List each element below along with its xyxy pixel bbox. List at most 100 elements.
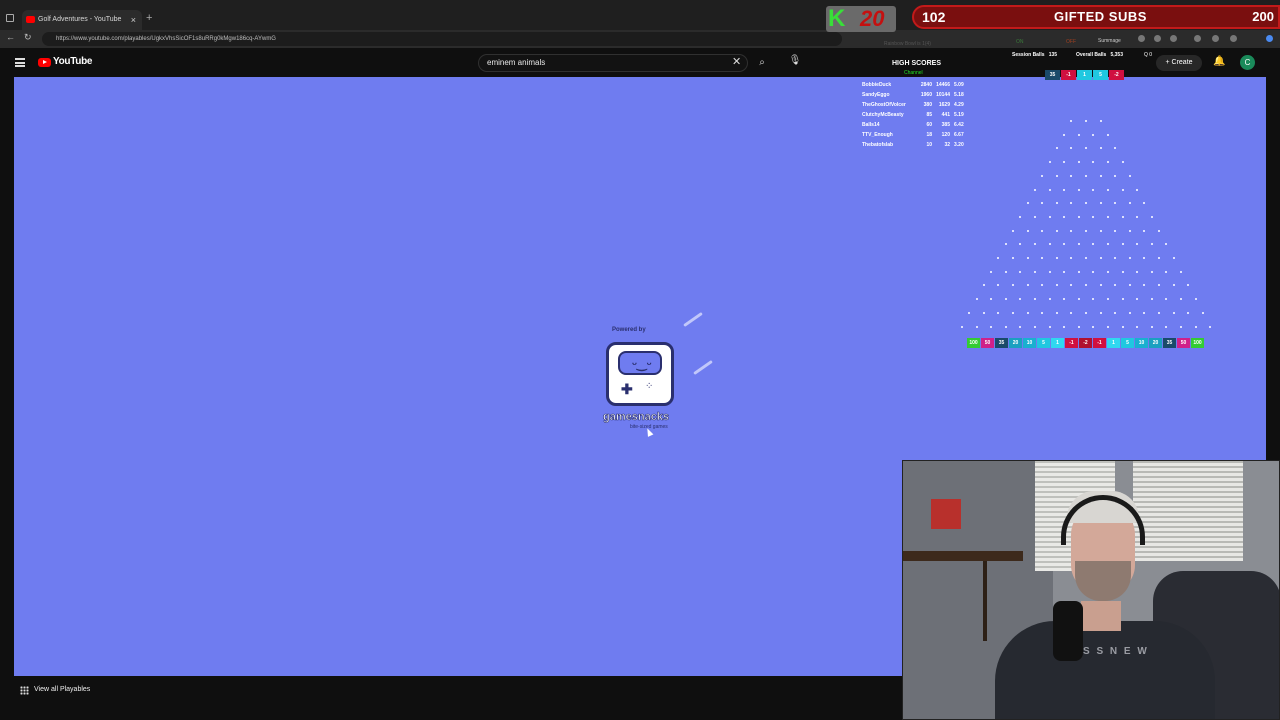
- extension-icon[interactable]: [1154, 35, 1161, 42]
- extension-icon[interactable]: [1170, 35, 1177, 42]
- create-button[interactable]: + Create: [1156, 55, 1202, 71]
- new-tab-icon[interactable]: +: [146, 12, 152, 24]
- view-all-playables-link[interactable]: View all Playables: [34, 686, 90, 693]
- plinko-slot: 5: [1121, 338, 1134, 348]
- plinko-peg: [1128, 257, 1131, 259]
- plinko-peg: [1099, 229, 1102, 232]
- plinko-peg: [1077, 270, 1080, 273]
- high-score-r: 3.20: [954, 142, 964, 148]
- high-score-b: 32: [944, 142, 950, 148]
- high-score-a: 10: [926, 142, 932, 148]
- plinko-peg: [1106, 188, 1109, 191]
- back-icon[interactable]: ←: [6, 32, 15, 42]
- high-score-a: 380: [923, 102, 932, 108]
- brand-name: gamesnacks: [603, 411, 670, 424]
- plinko-peg: [1077, 325, 1080, 328]
- plinko-peg: [1063, 188, 1066, 191]
- search-input[interactable]: eminem animals: [478, 54, 748, 72]
- youtube-logo-text[interactable]: YouTube: [53, 56, 93, 67]
- high-score-b: 385: [941, 122, 950, 128]
- hamburger-menu-icon[interactable]: [15, 58, 25, 67]
- plinko-peg: [1048, 325, 1051, 328]
- faint-overlay-text: Summage: [1098, 38, 1121, 44]
- k-letter: K: [828, 5, 846, 32]
- plinko-slot: 10: [1023, 338, 1036, 348]
- grid-icon[interactable]: [20, 686, 29, 695]
- high-score-b: 1629: [938, 102, 950, 108]
- plinko-peg: [1055, 257, 1058, 259]
- plinko-peg: [1026, 229, 1029, 232]
- session-value: 135: [1048, 52, 1058, 58]
- recent-result-chip: 35: [1045, 70, 1060, 80]
- high-score-row: Thebatofslab 10 32 3.20: [862, 142, 982, 151]
- plinko-peg: [1033, 270, 1036, 273]
- reload-icon[interactable]: ↻: [24, 32, 32, 43]
- plinko-peg: [1085, 229, 1087, 232]
- profile-icon[interactable]: [1230, 35, 1237, 42]
- extension-icon[interactable]: [1138, 35, 1145, 42]
- plinko-peg: [1106, 133, 1109, 136]
- close-tab-icon[interactable]: ×: [131, 10, 136, 30]
- plinko-peg: [1077, 215, 1080, 218]
- high-score-a: 60: [926, 122, 932, 128]
- clear-search-icon[interactable]: ✕: [732, 55, 741, 68]
- session-balls: Session Balls 135: [1012, 52, 1057, 58]
- bookmark-icon[interactable]: [1212, 35, 1219, 42]
- subs-count: 102: [922, 9, 946, 25]
- plinko-peg: [1048, 161, 1051, 164]
- buttons-icon: ⁘: [645, 381, 654, 392]
- webcam-feed: S S N E W: [902, 460, 1280, 720]
- youtube-logo-icon[interactable]: [38, 58, 51, 67]
- plinko-slot: 50: [1177, 338, 1190, 348]
- plinko-peg: [1172, 311, 1175, 314]
- browser-tab[interactable]: Golf Adventures - YouTube ×: [22, 10, 142, 30]
- microphone-icon[interactable]: 🎙: [788, 55, 802, 71]
- plinko-peg: [1055, 311, 1058, 314]
- plinko-peg: [1201, 311, 1204, 314]
- plinko-slot: 35: [995, 338, 1008, 348]
- notifications-bell-icon[interactable]: 🔔: [1213, 56, 1225, 67]
- subs-label: GIFTED SUBS: [1054, 9, 1147, 24]
- plinko-peg: [1055, 174, 1058, 177]
- avatar[interactable]: C: [1240, 55, 1255, 70]
- tab-search-icon[interactable]: [6, 14, 14, 22]
- plinko-peg: [1150, 325, 1153, 328]
- plinko-peg: [1033, 298, 1036, 301]
- overall-label: Overall Balls: [1076, 52, 1107, 58]
- plinko-peg: [1106, 270, 1109, 273]
- plinko-slot: 20: [1009, 338, 1022, 348]
- plinko-peg: [1026, 257, 1029, 259]
- session-label: Session Balls: [1012, 52, 1045, 58]
- plinko-peg: [1179, 325, 1182, 328]
- high-score-name: Balls14: [862, 122, 880, 128]
- plinko-peg: [1179, 298, 1182, 301]
- recent-result-chip: -2: [1109, 70, 1124, 80]
- queue-value: 0: [1149, 52, 1153, 58]
- overall-value: 5,353: [1110, 52, 1123, 58]
- high-score-row: Balls14 60 385 6.42: [862, 122, 982, 131]
- high-score-row: ClutchyMcBeasty 85 441 5.19: [862, 112, 982, 121]
- plinko-peg: [1077, 188, 1080, 191]
- url-field[interactable]: https://www.youtube.com/playables/UgkxVh…: [42, 32, 842, 46]
- plinko-peg: [1026, 311, 1029, 314]
- plinko-slot: 1: [1107, 338, 1120, 348]
- plinko-slot: 50: [981, 338, 994, 348]
- extension-icon[interactable]: [1194, 35, 1201, 42]
- high-score-name: TTV_Enough: [862, 132, 893, 138]
- overall-balls: Overall Balls 5,353: [1076, 52, 1123, 58]
- high-score-a: 2840: [920, 82, 932, 88]
- plinko-slot: 100: [967, 338, 980, 348]
- logo-screen: ᵕ‿ᵕ: [618, 351, 662, 375]
- search-icon[interactable]: ⌕: [752, 54, 772, 72]
- high-score-r: 5.19: [954, 112, 964, 118]
- plinko-peg: [1004, 325, 1007, 328]
- create-label: Create: [1171, 59, 1193, 66]
- plinko-peg: [1048, 188, 1051, 191]
- plinko-peg: [1106, 215, 1109, 218]
- tab-title: Golf Adventures - YouTube: [38, 16, 122, 23]
- plinko-peg: [1063, 133, 1066, 136]
- plinko-peg: [1106, 161, 1109, 164]
- plinko-peg: [1004, 298, 1007, 301]
- extension-icon[interactable]: [1266, 35, 1273, 42]
- plinko-slot: 20: [1149, 338, 1162, 348]
